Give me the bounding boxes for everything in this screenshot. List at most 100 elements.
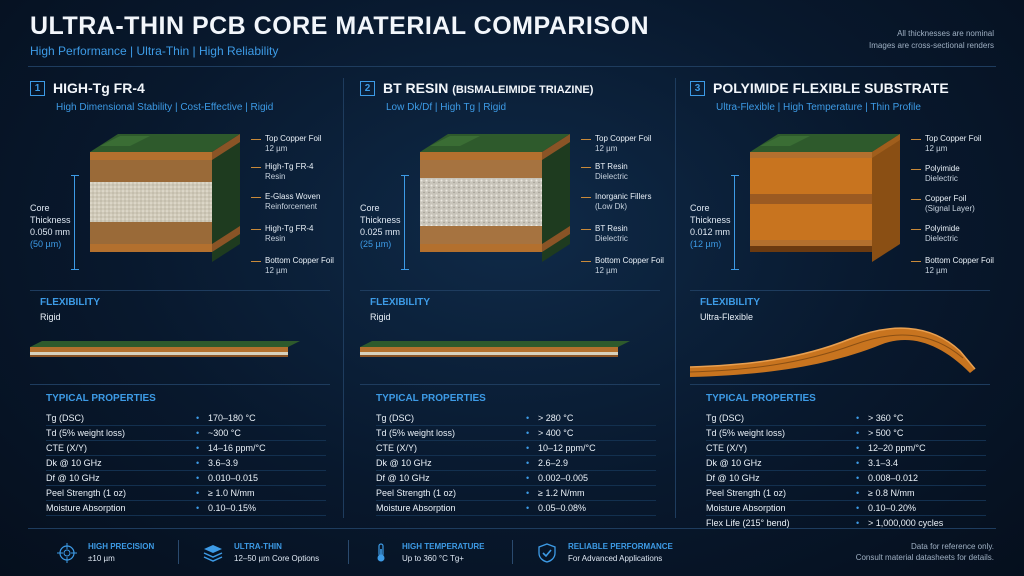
column-tagline: Low Dk/Df | High Tg | Rigid bbox=[386, 102, 507, 113]
properties-heading: TYPICAL PROPERTIES bbox=[46, 393, 156, 404]
property-value: 0.05–0.08% bbox=[526, 503, 586, 513]
layer-name: High-Tg FR-4 bbox=[265, 224, 314, 233]
core-thickness-bracket bbox=[71, 175, 82, 270]
property-name: CTE (X/Y) bbox=[46, 443, 88, 453]
layer-label: Bottom Copper Foil 12 µm bbox=[911, 256, 994, 276]
flexibility-panel: FLEXIBILITY Rigid bbox=[30, 290, 330, 380]
disclaimer: Data for reference only. Consult materia… bbox=[856, 541, 994, 563]
layer-detail: Resin bbox=[265, 234, 286, 243]
column-number: 2 bbox=[360, 80, 375, 96]
feature-title: ULTRA-THIN bbox=[234, 542, 282, 551]
layer-labels: Top Copper Foil 12 µm Polyimide Dielectric… bbox=[910, 134, 1015, 284]
property-name: Moisture Absorption bbox=[706, 503, 786, 513]
core-thickness-um: (25 µm) bbox=[360, 239, 392, 249]
feature-title: HIGH PRECISION bbox=[88, 542, 155, 551]
feature-title: RELIABLE PERFORMANCE bbox=[568, 542, 673, 551]
feature-desc: 12–50 µm Core Options bbox=[234, 554, 320, 563]
flexibility-render bbox=[30, 341, 300, 357]
property-value: > 280 °C bbox=[526, 413, 574, 423]
property-name: Df @ 10 GHz bbox=[376, 473, 430, 483]
layer-detail: Dielectric bbox=[925, 174, 958, 183]
core-thickness-bracket bbox=[731, 175, 742, 270]
header-note: All thicknesses are nominal Images are c… bbox=[869, 28, 994, 52]
core-thickness-label: Core Thickness 0.050 mm (50 µm) bbox=[30, 202, 71, 250]
property-name: Moisture Absorption bbox=[376, 503, 456, 513]
layer-name: E-Glass Woven bbox=[265, 192, 321, 201]
flexibility-panel: FLEXIBILITY Rigid bbox=[360, 290, 660, 380]
layer-detail: 12 µm bbox=[265, 266, 288, 275]
layer-detail: Resin bbox=[265, 172, 286, 181]
page-subtitle: High Performance | Ultra-Thin | High Rel… bbox=[30, 44, 279, 58]
feature-high-precision: HIGH PRECISION ±10 µm bbox=[56, 538, 154, 568]
material-column-bt-resin: 2 BT RESIN (BISMALEIMIDE TRIAZINE) Low D… bbox=[360, 72, 670, 522]
property-row: CTE (X/Y) 10–12 ppm/°C bbox=[376, 441, 656, 456]
property-name: Td (5% weight loss) bbox=[706, 428, 786, 438]
layer-detail: (Low Dk) bbox=[595, 202, 628, 211]
property-name: Peel Strength (1 oz) bbox=[376, 488, 457, 498]
core-thickness-mm: 0.050 mm bbox=[30, 227, 71, 237]
layer-detail: Reinforcement bbox=[265, 202, 318, 211]
layer-label: E-Glass Woven Reinforcement bbox=[250, 192, 321, 212]
property-row: Df @ 10 GHz 0.008–0.012 bbox=[706, 471, 986, 486]
column-title: HIGH-Tg FR-4 bbox=[53, 80, 145, 96]
property-name: Dk @ 10 GHz bbox=[46, 458, 102, 468]
property-row: CTE (X/Y) 12–20 ppm/°C bbox=[706, 441, 986, 456]
layer-name: Bottom Copper Foil bbox=[595, 256, 664, 265]
property-name: Td (5% weight loss) bbox=[46, 428, 126, 438]
properties-heading: TYPICAL PROPERTIES bbox=[376, 393, 486, 404]
property-value: ~300 °C bbox=[196, 428, 241, 438]
layer-name: Polyimide bbox=[925, 164, 960, 173]
property-value: 3.1–3.4 bbox=[856, 458, 898, 468]
core-thickness-label: Core Thickness 0.012 mm (12 µm) bbox=[690, 202, 731, 250]
feature-high-temperature: HIGH TEMPERATURE Up to 360 °C Tg+ bbox=[370, 538, 485, 568]
property-row: Td (5% weight loss) > 400 °C bbox=[376, 426, 656, 441]
layer-detail: 12 µm bbox=[925, 144, 948, 153]
property-row: Tg (DSC) > 280 °C bbox=[376, 411, 656, 426]
property-value: 0.10–0.15% bbox=[196, 503, 256, 513]
properties-panel: TYPICAL PROPERTIES Tg (DSC) > 360 °C Td (… bbox=[690, 384, 990, 528]
core-thickness-label: Core Thickness 0.025 mm (25 µm) bbox=[360, 202, 401, 250]
core-thickness-caption: Core Thickness bbox=[360, 203, 401, 225]
material-name-expansion: (BISMALEIMIDE TRIAZINE) bbox=[452, 84, 594, 96]
property-row: Tg (DSC) > 360 °C bbox=[706, 411, 986, 426]
flexibility-panel: FLEXIBILITY Ultra-Flexible bbox=[690, 290, 990, 380]
property-value: > 400 °C bbox=[526, 428, 574, 438]
header-divider bbox=[28, 66, 996, 67]
layer-detail: 12 µm bbox=[925, 266, 948, 275]
flexibility-render bbox=[690, 327, 976, 377]
property-row: Dk @ 10 GHz 3.1–3.4 bbox=[706, 456, 986, 471]
property-row: Peel Strength (1 oz) ≥ 1.2 N/mm bbox=[376, 486, 656, 501]
footer-separator bbox=[348, 540, 349, 564]
disclaimer-line-1: Data for reference only. bbox=[910, 542, 994, 551]
property-row: Td (5% weight loss) ~300 °C bbox=[46, 426, 326, 441]
material-column-polyimide: 3 POLYIMIDE FLEXIBLE SUBSTRATE Ultra-Fle… bbox=[690, 72, 1000, 528]
layer-label: Top Copper Foil 12 µm bbox=[910, 134, 981, 154]
column-title: BT RESIN (BISMALEIMIDE TRIAZINE) bbox=[383, 80, 593, 96]
feature-title: HIGH TEMPERATURE bbox=[402, 542, 485, 551]
core-thickness-bracket bbox=[401, 175, 412, 270]
feature-ultra-thin: ULTRA-THIN 12–50 µm Core Options bbox=[202, 538, 319, 568]
layer-label: Bottom Copper Foil 12 µm bbox=[581, 256, 664, 276]
feature-desc: ±10 µm bbox=[88, 554, 115, 563]
column-title: POLYIMIDE FLEXIBLE SUBSTRATE bbox=[713, 80, 949, 96]
layer-detail: 12 µm bbox=[265, 144, 288, 153]
core-thickness-um: (12 µm) bbox=[690, 239, 722, 249]
property-name: Peel Strength (1 oz) bbox=[46, 488, 127, 498]
layer-name: Bottom Copper Foil bbox=[925, 256, 994, 265]
column-heading: 1 HIGH-Tg FR-4 bbox=[30, 80, 145, 96]
property-value: 3.6–3.9 bbox=[196, 458, 238, 468]
property-value: 14–16 ppm/°C bbox=[196, 443, 266, 453]
material-name: BT RESIN bbox=[383, 80, 449, 96]
layer-name: Top Copper Foil bbox=[595, 134, 652, 143]
layer-label: BT Resin Dielectric bbox=[581, 224, 628, 244]
property-name: Dk @ 10 GHz bbox=[706, 458, 762, 468]
shield-check-icon bbox=[536, 542, 558, 564]
property-row: Td (5% weight loss) > 500 °C bbox=[706, 426, 986, 441]
layer-name: BT Resin bbox=[595, 224, 628, 233]
layer-label: Polyimide Dielectric bbox=[911, 224, 960, 244]
layer-name: Polyimide bbox=[925, 224, 960, 233]
layer-label: Top Copper Foil 12 µm bbox=[580, 134, 652, 154]
core-thickness-caption: Core Thickness bbox=[30, 203, 71, 225]
property-name: Flex Life (215° bend) bbox=[706, 518, 790, 528]
feature-desc: Up to 360 °C Tg+ bbox=[402, 554, 464, 563]
